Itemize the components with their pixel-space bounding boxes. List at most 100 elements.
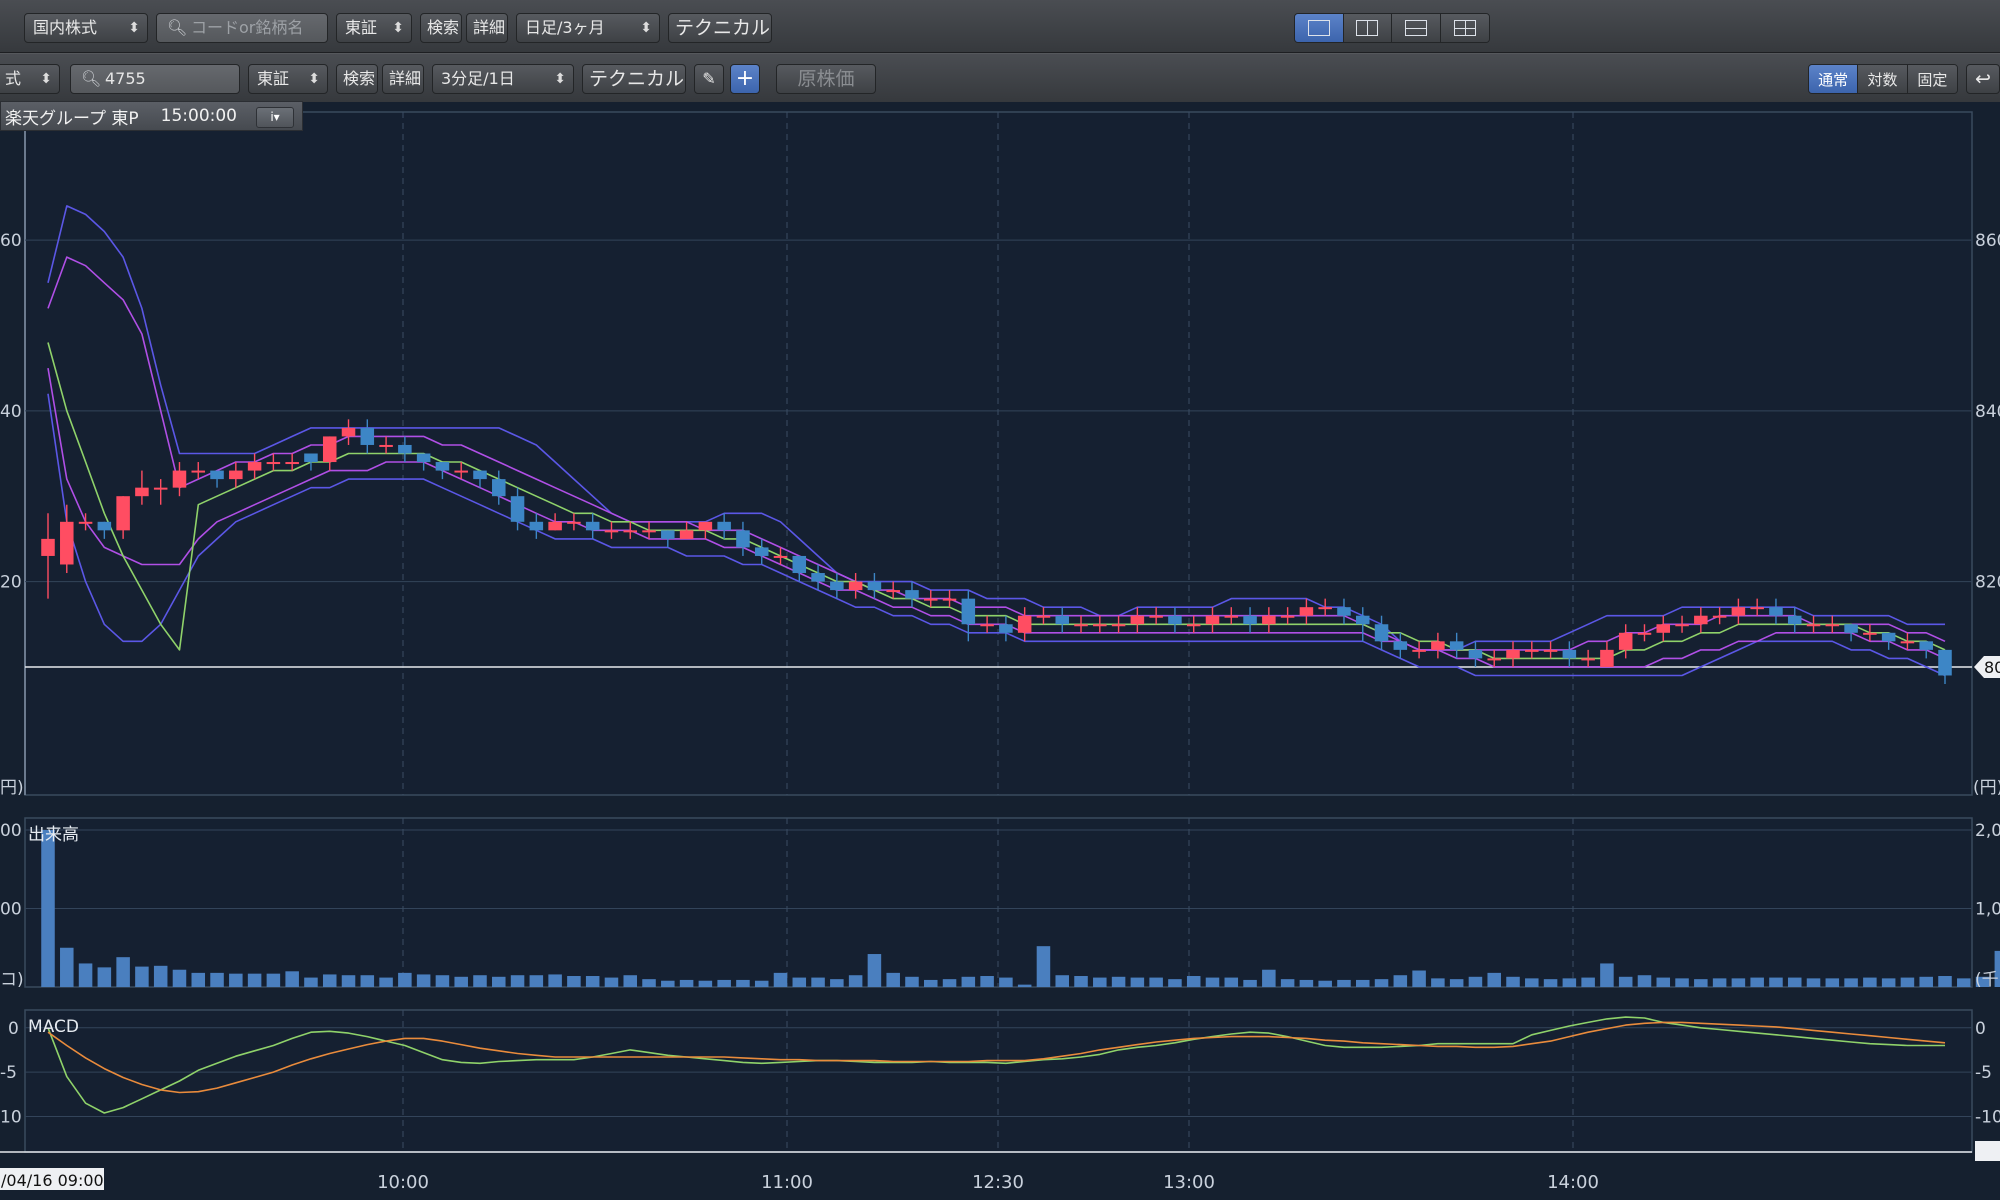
candle-body <box>736 530 750 548</box>
search-button-2[interactable]: 検索 <box>336 64 378 94</box>
candle-body <box>1318 607 1332 610</box>
exchange-select[interactable]: 東証 <box>336 13 412 43</box>
candle-body <box>1205 615 1220 625</box>
two-row-layout-button[interactable] <box>1392 14 1441 42</box>
info-dropdown-icon[interactable]: i▾ <box>256 107 294 128</box>
candle-body <box>1712 615 1727 618</box>
detail-button[interactable]: 詳細 <box>466 13 508 43</box>
search-button[interactable]: 検索 <box>420 13 462 43</box>
scale-log-button[interactable]: 対数 <box>1858 65 1908 93</box>
x-axis-label: 10:00 <box>377 1172 429 1193</box>
code-value: 4755 <box>105 69 146 88</box>
candle-body <box>398 444 412 454</box>
candle-body <box>1675 624 1689 627</box>
volume-bar <box>1093 977 1107 987</box>
draw-button[interactable]: ✎ <box>694 64 724 94</box>
market-select-2[interactable]: 式 <box>0 64 60 94</box>
technical-button-2[interactable]: テクニカル <box>582 64 686 94</box>
candle-body <box>1900 641 1915 644</box>
candle-body <box>341 427 356 437</box>
search-icon: 🔍︎ <box>167 18 188 37</box>
volume-bar <box>41 830 55 987</box>
macd-right-tick-label: -10 <box>1975 1108 2000 1128</box>
scale-fixed-button[interactable]: 固定 <box>1907 65 1957 93</box>
candle-body <box>229 470 243 480</box>
candle-body <box>698 521 713 531</box>
interval-select[interactable]: 3分足/1日 <box>432 64 574 94</box>
volume-bar <box>1487 972 1501 987</box>
candle-body <box>1186 624 1201 627</box>
candle-body <box>379 444 393 447</box>
scale-normal-button[interactable]: 通常 <box>1809 65 1859 93</box>
volume-bar <box>492 976 506 987</box>
candle-body <box>1787 615 1802 625</box>
candle-body <box>1449 641 1464 650</box>
candle-body <box>1130 615 1145 625</box>
volume-bar <box>717 979 731 987</box>
detail-button-2[interactable]: 詳細 <box>382 64 424 94</box>
candle-body <box>942 598 957 601</box>
volume-bar <box>1374 979 1389 987</box>
candle-body <box>1881 632 1896 642</box>
volume-bar <box>510 975 525 987</box>
volume-bar <box>924 979 938 987</box>
back-button[interactable]: ↩ <box>1966 64 2000 94</box>
exchange-select-2[interactable]: 東証 <box>248 64 328 94</box>
original-price-button[interactable]: 原株価 <box>776 64 876 94</box>
volume-bar <box>1506 976 1520 987</box>
x-axis-label: 11:00 <box>761 1172 813 1193</box>
period-select[interactable]: 日足/3ヶ月 <box>516 13 660 43</box>
volume-bar <box>341 975 356 987</box>
volume-bar <box>1055 975 1069 987</box>
price-right-tick-label: 840 <box>1975 402 2000 422</box>
volume-right-unit-label: (千 <box>1975 970 1999 990</box>
market-select[interactable]: 国内株式 <box>24 13 148 43</box>
candle-body <box>1938 649 1952 676</box>
volume-bar <box>1262 969 1276 987</box>
candle-body <box>1412 649 1426 652</box>
volume-bar <box>97 967 112 987</box>
four-grid-layout-button[interactable] <box>1440 14 1489 42</box>
chart-canvas[interactable]: 608604084020820円)(円)80出来高002,0001,0コ)(千M… <box>0 102 2000 1200</box>
two-column-layout-button[interactable] <box>1343 14 1392 42</box>
candle-body <box>1393 641 1408 650</box>
search-icon: 🔍︎ <box>81 69 102 88</box>
volume-bar <box>435 975 450 987</box>
volume-bar <box>1844 978 1858 987</box>
volume-bar <box>1224 977 1239 987</box>
technical-button[interactable]: テクニカル <box>668 13 772 43</box>
candle-body <box>1562 649 1577 659</box>
volume-bar <box>1712 978 1727 987</box>
candle-body <box>717 521 731 531</box>
stock-search-input[interactable]: 🔍︎ コードor銘柄名 <box>156 13 328 43</box>
volume-bar <box>1787 977 1802 987</box>
candle-body <box>1280 615 1295 618</box>
candle-body <box>886 590 900 593</box>
volume-bar <box>191 972 206 987</box>
volume-bar <box>1731 978 1746 987</box>
volume-bar <box>1543 979 1558 987</box>
x-axis-label: 14:00 <box>1547 1172 1599 1193</box>
candle-body <box>567 521 581 524</box>
code-input[interactable]: 🔍︎ 4755 <box>70 64 240 94</box>
chart-area[interactable]: 608604084020820円)(円)80出来高002,0001,0コ)(千M… <box>0 102 2000 1200</box>
volume-bar <box>229 973 243 987</box>
candle-body <box>1431 641 1445 650</box>
candle-body <box>1374 624 1389 642</box>
volume-bar <box>210 972 224 987</box>
single-layout-icon <box>1307 20 1330 36</box>
candle-body <box>116 496 130 531</box>
crosshair-button[interactable]: + <box>730 64 760 94</box>
candle-body <box>1618 632 1633 650</box>
candle-body <box>1111 624 1126 627</box>
volume-bar <box>1130 977 1145 987</box>
single-layout-button[interactable] <box>1295 14 1344 42</box>
volume-bar <box>679 979 694 987</box>
price-left-tick-label: 20 <box>0 573 22 593</box>
volume-bar <box>304 977 318 987</box>
candle-body <box>60 521 74 565</box>
scale-mode-selector: 通常 対数 固定 <box>1808 64 1958 94</box>
volume-bar <box>116 957 130 987</box>
volume-bar <box>1581 977 1595 987</box>
volume-bar <box>792 977 807 987</box>
